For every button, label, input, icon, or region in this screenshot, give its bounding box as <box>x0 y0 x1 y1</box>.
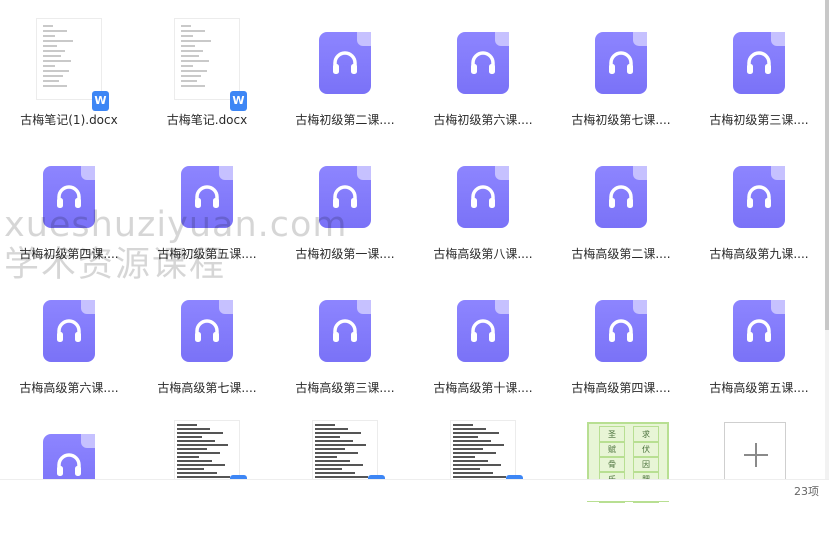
file-name: 古梅高级第三课.... <box>295 381 395 395</box>
item-count: 23项 <box>794 485 819 498</box>
file-name: 古梅高级第十课.... <box>433 381 533 395</box>
headphones-icon <box>319 166 371 228</box>
file-item[interactable]: 古梅初级第四课.... <box>0 144 138 278</box>
file-item[interactable]: W 古梅笔记.docx <box>138 10 276 144</box>
word-icon: W <box>230 91 247 111</box>
file-name: 古梅笔记.docx <box>166 113 248 127</box>
file-name: 古梅高级第七课.... <box>157 381 257 395</box>
file-item[interactable]: 古梅高级第二课.... <box>552 144 690 278</box>
document-preview: W <box>36 18 109 111</box>
headphones-icon <box>43 300 95 362</box>
file-name: 古梅高级第五课.... <box>709 381 809 395</box>
audio-file-icon <box>310 286 380 370</box>
file-item[interactable]: 古梅初级第二课.... <box>276 10 414 144</box>
file-name: 古梅初级第二课.... <box>295 113 395 127</box>
audio-file-icon <box>310 18 380 102</box>
audio-file-icon <box>34 152 104 236</box>
audio-file-icon <box>586 18 656 102</box>
file-name: 古梅高级第四课.... <box>571 381 671 395</box>
file-item[interactable]: 古梅初级第一课.... <box>276 144 414 278</box>
scrollbar-thumb[interactable] <box>825 0 829 330</box>
file-name: 古梅高级第九课.... <box>709 247 809 261</box>
status-bar: 23项 <box>0 479 829 501</box>
file-item[interactable]: 古梅高级第三课.... <box>276 278 414 412</box>
word-document-thumbnail: W <box>34 18 109 111</box>
file-name: 古梅笔记(1).docx <box>20 113 118 127</box>
audio-file-icon <box>724 18 794 102</box>
audio-file-icon <box>724 286 794 370</box>
headphones-icon <box>319 300 371 362</box>
file-item[interactable]: 古梅高级第五课.... <box>690 278 828 412</box>
headphones-icon <box>319 32 371 94</box>
file-name: 古梅初级第四课.... <box>19 247 119 261</box>
vertical-scrollbar[interactable] <box>825 0 829 480</box>
audio-file-icon <box>172 152 242 236</box>
file-item[interactable]: 古梅初级第五课.... <box>138 144 276 278</box>
word-document-thumbnail: W <box>172 18 247 111</box>
audio-file-icon <box>448 18 518 102</box>
audio-file-icon <box>172 286 242 370</box>
file-item[interactable]: 古梅高级第七课.... <box>138 278 276 412</box>
file-name: 古梅高级第八课.... <box>433 247 533 261</box>
word-icon: W <box>92 91 109 111</box>
headphones-icon <box>181 166 233 228</box>
headphones-icon <box>733 32 785 94</box>
headphones-icon <box>733 166 785 228</box>
file-name: 古梅高级第六课.... <box>19 381 119 395</box>
file-item[interactable]: 古梅高级第四课.... <box>552 278 690 412</box>
file-item[interactable]: W 古梅笔记(1).docx <box>0 10 138 144</box>
plus-icon[interactable] <box>724 422 786 486</box>
file-name: 古梅初级第一课.... <box>295 247 395 261</box>
headphones-icon <box>457 300 509 362</box>
file-name: 古梅高级第二课.... <box>571 247 671 261</box>
audio-file-icon <box>448 286 518 370</box>
file-name: 古梅初级第三课.... <box>709 113 809 127</box>
headphones-icon <box>181 300 233 362</box>
headphones-icon <box>43 166 95 228</box>
audio-file-icon <box>448 152 518 236</box>
file-name: 古梅初级第六课.... <box>433 113 533 127</box>
file-item[interactable]: 古梅高级第六课.... <box>0 278 138 412</box>
file-name: 古梅初级第七课.... <box>571 113 671 127</box>
document-preview: W <box>174 18 247 111</box>
headphones-icon <box>595 300 647 362</box>
file-item[interactable]: 古梅高级第八课.... <box>414 144 552 278</box>
audio-file-icon <box>586 286 656 370</box>
headphones-icon <box>457 32 509 94</box>
headphones-icon <box>595 32 647 94</box>
headphones-icon <box>595 166 647 228</box>
headphones-icon <box>733 300 785 362</box>
file-item[interactable]: 古梅高级第十课.... <box>414 278 552 412</box>
file-item[interactable]: 古梅高级第九课.... <box>690 144 828 278</box>
file-item[interactable]: 古梅初级第七课.... <box>552 10 690 144</box>
file-name: 古梅初级第五课.... <box>157 247 257 261</box>
audio-file-icon <box>586 152 656 236</box>
file-item[interactable]: 古梅初级第六课.... <box>414 10 552 144</box>
audio-file-icon <box>724 152 794 236</box>
audio-file-icon <box>310 152 380 236</box>
file-item[interactable]: 古梅初级第三课.... <box>690 10 828 144</box>
file-grid: W 古梅笔记(1).docx W 古梅笔记.docx 古梅初级第二课.... 古梅初级第六… <box>0 0 829 503</box>
audio-file-icon <box>34 286 104 370</box>
headphones-icon <box>457 166 509 228</box>
